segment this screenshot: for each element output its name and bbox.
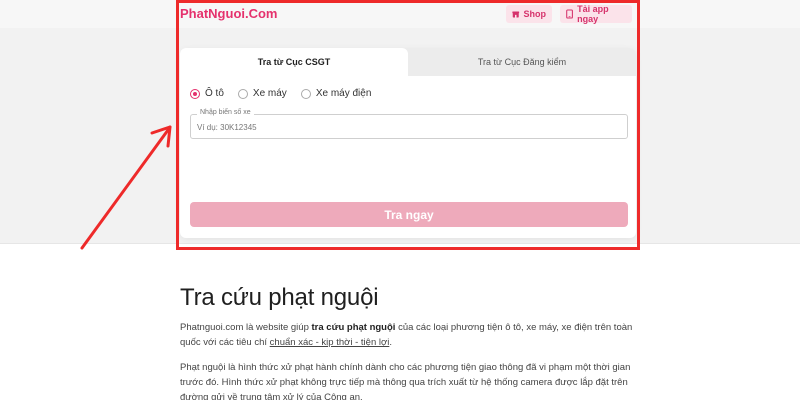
- shop-button[interactable]: Shop: [506, 5, 552, 23]
- radio-electric-motorbike[interactable]: Xe máy điện: [300, 88, 372, 99]
- mobile-phone-icon: [566, 9, 573, 19]
- download-app-button[interactable]: Tải app ngay: [560, 4, 632, 24]
- plate-number-field: Nhập biển số xe: [190, 109, 628, 139]
- source-tabs: Tra từ Cục CSGT Tra từ Cục Đăng kiểm: [180, 48, 636, 76]
- radio-car-label: Ô tô: [205, 88, 224, 99]
- download-app-label: Tải app ngay: [577, 4, 609, 24]
- shop-icon: [512, 11, 520, 17]
- plate-number-input[interactable]: [197, 121, 617, 133]
- site-header: PhatNguoi.Com Shop Tải app ngay: [0, 0, 800, 28]
- radio-motorbike[interactable]: Xe máy: [237, 88, 287, 99]
- article-intro: Phatnguoi.com là website giúp tra cứu ph…: [180, 320, 640, 350]
- shop-label: Shop: [523, 9, 547, 19]
- tab-dang-kiem[interactable]: Tra từ Cục Đăng kiểm: [408, 48, 636, 76]
- article-title: Tra cứu phạt nguội: [180, 284, 379, 311]
- plate-number-label: Nhập biển số xe: [197, 109, 254, 116]
- site-logo[interactable]: PhatNguoi.Com: [180, 6, 278, 21]
- article-paragraph-2: Phạt nguội là hình thức xử phạt hành chí…: [180, 362, 631, 400]
- radio-car[interactable]: Ô tô: [190, 88, 224, 99]
- intro-underline: chuẩn xác - kịp thời - tiện lợi: [269, 337, 390, 348]
- article-section: Tra cứu phạt nguội Phatnguoi.com là webs…: [180, 284, 640, 400]
- intro-text-end: .: [389, 337, 392, 348]
- lookup-form-card: Tra từ Cục CSGT Tra từ Cục Đăng kiểm Ô t…: [180, 48, 636, 238]
- search-submit-button[interactable]: Tra ngay: [190, 202, 628, 227]
- vehicle-type-group: Ô tô Xe máy Xe máy điện: [190, 88, 371, 99]
- intro-bold-link[interactable]: tra cứu phạt nguội: [312, 322, 396, 333]
- radio-unchecked-icon[interactable]: [237, 88, 248, 99]
- intro-text: Phatnguoi.com là website giúp: [180, 322, 312, 333]
- radio-unchecked-icon[interactable]: [300, 88, 311, 99]
- radio-electric-motorbike-label: Xe máy điện: [315, 88, 372, 99]
- radio-checked-icon[interactable]: [190, 88, 200, 99]
- tab-csgt[interactable]: Tra từ Cục CSGT: [180, 48, 408, 76]
- radio-motorbike-label: Xe máy: [252, 88, 287, 99]
